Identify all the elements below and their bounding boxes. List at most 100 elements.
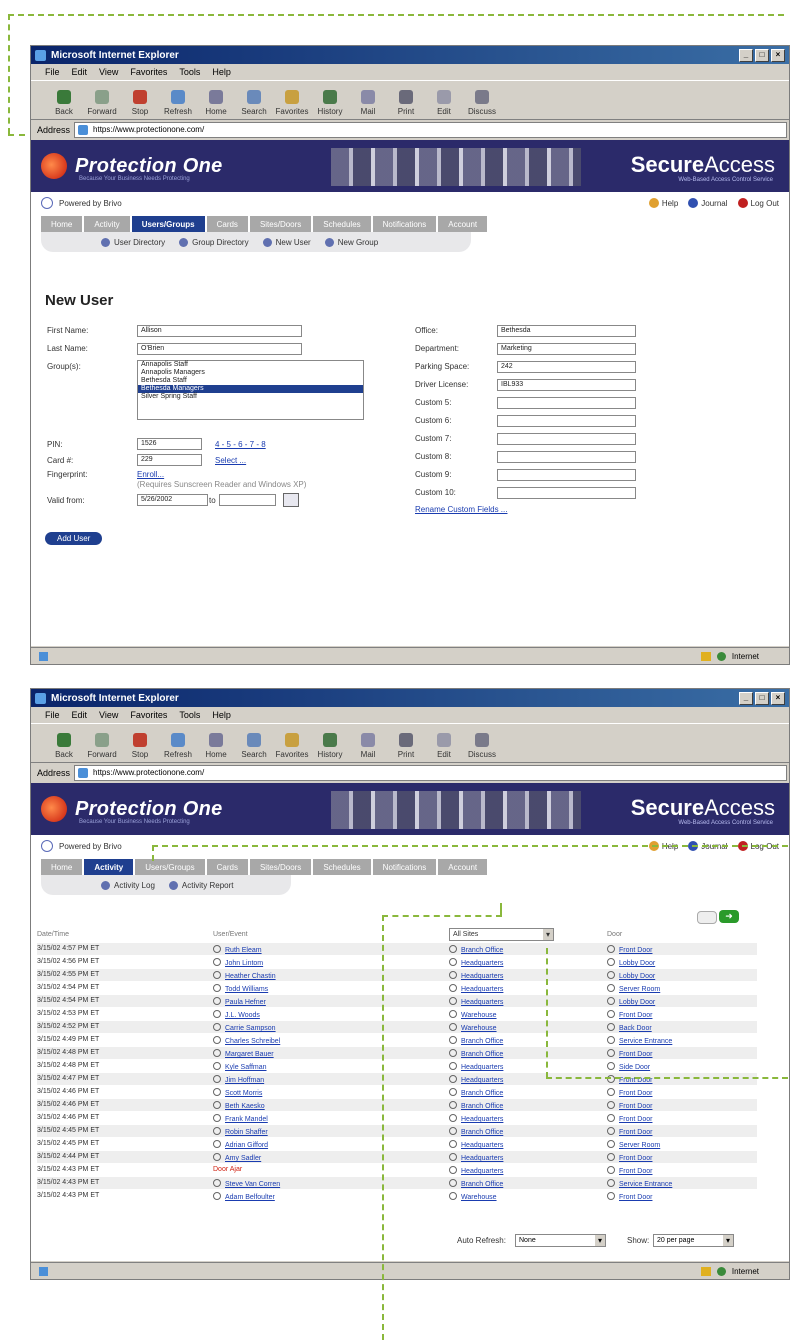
menu-help[interactable]: Help: [212, 710, 231, 720]
cell-user[interactable]: Heather Chastin: [213, 971, 276, 980]
tab-sites-doors[interactable]: Sites/Doors: [249, 859, 312, 875]
subnav-user-directory[interactable]: User Directory: [101, 237, 165, 247]
cell-door[interactable]: Lobby Door: [607, 958, 655, 967]
cell-site[interactable]: Warehouse: [449, 1023, 497, 1032]
menu-file[interactable]: File: [45, 710, 60, 720]
cell-door[interactable]: Service Entrance: [607, 1179, 672, 1188]
cell-site[interactable]: Branch Office: [449, 1101, 503, 1110]
menu-favorites[interactable]: Favorites: [130, 710, 167, 720]
subnav-activity-report[interactable]: Activity Report: [168, 880, 233, 890]
cell-site[interactable]: Warehouse: [449, 1010, 497, 1019]
tab-sites-doors[interactable]: Sites/Doors: [249, 216, 312, 232]
tab-activity[interactable]: Activity: [84, 859, 134, 875]
discuss-button[interactable]: Discuss: [463, 733, 501, 759]
menu-file[interactable]: File: [45, 67, 60, 77]
prev-page-button[interactable]: [697, 911, 717, 924]
valid-from-field[interactable]: 5/26/2002: [137, 494, 208, 506]
menu-edit[interactable]: Edit: [72, 67, 88, 77]
cell-door[interactable]: Back Door: [607, 1023, 652, 1032]
cell-site[interactable]: Branch Office: [449, 1127, 503, 1136]
cell-user[interactable]: Kyle Saffman: [213, 1062, 267, 1071]
custom-5-field[interactable]: [497, 397, 636, 409]
cell-door[interactable]: Lobby Door: [607, 997, 655, 1006]
mail-button[interactable]: Mail: [349, 733, 387, 759]
subnav-new-user[interactable]: New User: [262, 237, 311, 247]
cell-user[interactable]: Carrie Sampson: [213, 1023, 276, 1032]
group-option[interactable]: Bethesda Staff: [138, 377, 363, 385]
menu-help[interactable]: Help: [212, 67, 231, 77]
office-field[interactable]: Bethesda: [497, 325, 636, 337]
cell-site[interactable]: Branch Office: [449, 1088, 503, 1097]
cell-door[interactable]: Server Room: [607, 984, 660, 993]
cell-door[interactable]: Front Door: [607, 1010, 652, 1019]
cell-user[interactable]: Ruth Eleam: [213, 945, 262, 954]
cell-site[interactable]: Headquarters: [449, 1114, 503, 1123]
cell-site[interactable]: Headquarters: [449, 997, 503, 1006]
cell-door[interactable]: Server Room: [607, 1140, 660, 1149]
tab-notifications[interactable]: Notifications: [372, 859, 437, 875]
menu-favorites[interactable]: Favorites: [130, 67, 167, 77]
group-option[interactable]: Annapolis Staff: [138, 361, 363, 369]
cell-user[interactable]: Charles Schreibel: [213, 1036, 280, 1045]
cell-user[interactable]: Adam Belfoulter: [213, 1192, 275, 1201]
auto-refresh-select[interactable]: None: [515, 1234, 606, 1247]
print-button[interactable]: Print: [387, 90, 425, 116]
subnav-group-directory[interactable]: Group Directory: [179, 237, 249, 247]
tab-home[interactable]: Home: [41, 216, 83, 232]
custom-6-field[interactable]: [497, 415, 636, 427]
history-button[interactable]: History: [311, 733, 349, 759]
add-user-button[interactable]: Add User: [45, 532, 103, 545]
edit-button[interactable]: Edit: [425, 733, 463, 759]
pin-length-links[interactable]: 4 - 5 - 6 - 7 - 8: [215, 440, 266, 449]
cell-site[interactable]: Headquarters: [449, 1075, 503, 1084]
cell-door[interactable]: Front Door: [607, 1088, 652, 1097]
cell-door[interactable]: Front Door: [607, 1192, 652, 1201]
valid-to-field[interactable]: [219, 494, 276, 506]
groups-listbox[interactable]: Annapolis Staff Annapolis Managers Bethe…: [137, 360, 364, 420]
custom-7-field[interactable]: [497, 433, 636, 445]
custom-8-field[interactable]: [497, 451, 636, 463]
group-option[interactable]: Annapolis Managers: [138, 369, 363, 377]
url-field[interactable]: https://www.protectionone.com/: [74, 765, 787, 781]
cell-user[interactable]: Margaret Bauer: [213, 1049, 274, 1058]
stop-button[interactable]: Stop: [121, 733, 159, 759]
cell-site[interactable]: Branch Office: [449, 945, 503, 954]
department-field[interactable]: Marketing: [497, 343, 636, 355]
cell-site[interactable]: Warehouse: [449, 1192, 497, 1201]
help-link[interactable]: Help: [648, 198, 678, 208]
cell-user[interactable]: Robin Shaffer: [213, 1127, 268, 1136]
cell-user[interactable]: Steve Van Corren: [213, 1179, 280, 1188]
cell-site[interactable]: Headquarters: [449, 1140, 503, 1149]
cell-site[interactable]: Branch Office: [449, 1049, 503, 1058]
cell-user[interactable]: Beth Kaesko: [213, 1101, 265, 1110]
menu-tools[interactable]: Tools: [179, 67, 200, 77]
custom-9-field[interactable]: [497, 469, 636, 481]
cell-door[interactable]: Front Door: [607, 1049, 652, 1058]
next-page-button[interactable]: ➜: [719, 910, 739, 923]
menu-edit[interactable]: Edit: [72, 710, 88, 720]
cell-site[interactable]: Headquarters: [449, 1166, 503, 1175]
maximize-button[interactable]: □: [755, 691, 769, 705]
pin-field[interactable]: 1526: [137, 438, 202, 450]
minimize-button[interactable]: _: [739, 691, 753, 705]
tab-cards[interactable]: Cards: [206, 216, 248, 232]
subnav-activity-log[interactable]: Activity Log: [101, 880, 155, 890]
refresh-button[interactable]: Refresh: [159, 733, 197, 759]
site-filter-select[interactable]: All Sites: [449, 928, 554, 941]
license-field[interactable]: IBL933: [497, 379, 636, 391]
cell-door[interactable]: Front Door: [607, 1114, 652, 1123]
back-button[interactable]: Back: [45, 733, 83, 759]
cell-site[interactable]: Headquarters: [449, 1153, 503, 1162]
first-name-field[interactable]: Allison: [137, 325, 302, 337]
close-button[interactable]: ×: [771, 691, 785, 705]
cell-user[interactable]: J.L. Woods: [213, 1010, 260, 1019]
history-button[interactable]: History: [311, 90, 349, 116]
logout-link[interactable]: Log Out: [737, 198, 779, 208]
cell-door[interactable]: Front Door: [607, 945, 652, 954]
close-button[interactable]: ×: [771, 48, 785, 62]
discuss-button[interactable]: Discuss: [463, 90, 501, 116]
search-button[interactable]: Search: [235, 733, 273, 759]
cell-user[interactable]: Jim Hoffman: [213, 1075, 264, 1084]
cell-site[interactable]: Headquarters: [449, 984, 503, 993]
cell-door[interactable]: Front Door: [607, 1166, 652, 1175]
